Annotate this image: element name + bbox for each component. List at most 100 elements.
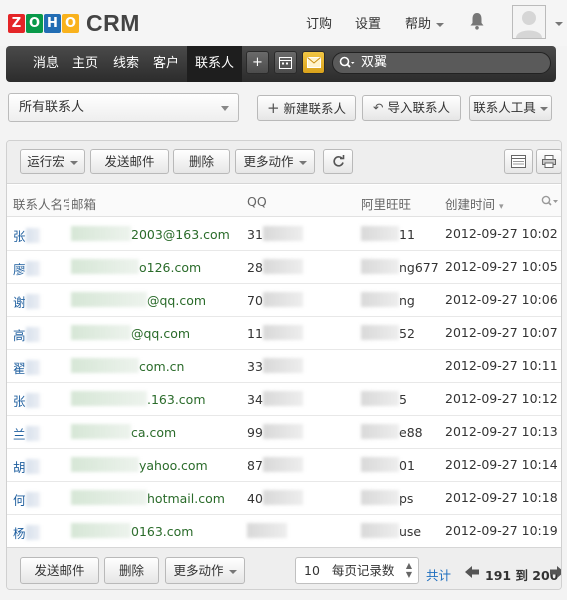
contact-tools-label: 联系人工具 [473,100,536,115]
table-row[interactable]: 何 hotmail.com 40 ps 2012-09-27 10:18 T [7,482,561,515]
settings-link[interactable]: 设置 [355,13,381,32]
footer-delete-button[interactable]: 删除 [104,557,159,584]
list-view-options-button[interactable] [504,149,533,174]
contact-name-link[interactable]: 胡 [13,457,40,476]
table-header: 联系人名字 邮箱 QQ 阿里旺旺 创建时间▾ [7,185,561,217]
contact-email-link[interactable]: ca.com [71,424,176,440]
zoho-crm-logo[interactable]: Z O H O CRM [8,10,140,37]
next-page-icon[interactable] [550,566,562,578]
more-actions-button[interactable]: 更多动作 [235,149,315,174]
table-row[interactable]: 杨 0163.com use 2012-09-27 10:19 T [7,515,562,548]
contact-tools-button[interactable]: 联系人工具 [469,95,552,121]
run-macro-button[interactable]: 运行宏 [20,149,85,174]
contact-email-link[interactable]: @qq.com [71,325,190,341]
created-time-value: 2012-09-27 10:19 T [445,523,562,538]
contact-name-link-text: 何 [13,493,26,508]
tab-contacts[interactable]: 联系人 [187,46,243,82]
user-avatar[interactable] [512,5,546,39]
chevron-down-icon [539,106,548,111]
table-row[interactable]: 张 2003@163.com 31 11 2012-09-27 10:02 T [7,218,561,251]
view-select[interactable]: 所有联系人 [8,93,239,122]
qq-value: 99 [247,424,303,440]
column-search-icon[interactable] [541,195,559,207]
contact-name-link[interactable]: 翟 [13,358,40,377]
contact-name-link[interactable]: 杨 [13,523,40,542]
table-row[interactable]: 张 .163.com 34 5 2012-09-27 10:12 T [7,383,561,416]
tab-messages[interactable]: 消息 [33,46,59,82]
total-count-link[interactable]: 共计 [426,565,451,584]
table-row[interactable]: 谢 @qq.com 70 ng 2012-09-27 10:06 T [7,284,561,317]
column-header-name[interactable]: 联系人名字 [13,194,69,213]
contact-email-link[interactable]: @qq.com [71,292,206,308]
redacted-blur [25,426,40,441]
footer-more-actions-button[interactable]: 更多动作 [165,557,245,584]
created-time-value-text: 2012-09-27 10:19 T [445,523,562,538]
column-header-wangwang[interactable]: 阿里旺旺 [361,194,411,213]
notification-bell-icon[interactable] [469,12,485,30]
wangwang-value-text: use [399,524,422,539]
column-header-email[interactable]: 邮箱 [71,194,96,213]
previous-page-icon[interactable] [465,566,479,578]
chevron-down-icon[interactable] [555,22,563,26]
mail-icon[interactable] [302,51,325,74]
table-row[interactable]: 高 @qq.com 11 52 2012-09-27 10:07 T [7,317,561,350]
table-row[interactable]: 翟 com.cn 33 2012-09-27 10:11 T [7,350,561,383]
logo-letter: Z [8,14,25,33]
column-header-created-time[interactable]: 创建时间 ▾ [445,194,504,213]
search-input[interactable]: 双翼 [332,52,551,74]
qq-value: 87 [247,457,303,473]
contact-email-link[interactable]: yahoo.com [71,457,208,473]
contact-name-link[interactable]: 廖 [13,259,40,278]
contact-name-link[interactable]: 张 [13,226,40,245]
table-row[interactable]: 胡 yahoo.com 87 01 2012-09-27 10:14 T [7,449,562,482]
redacted-blur [262,292,303,307]
contact-name-link[interactable]: 张 [13,391,40,410]
contact-name-link[interactable]: 何 [13,490,40,509]
records-per-page-select[interactable]: 10 每页记录数 ▲ ▼ [295,557,419,584]
new-contact-button[interactable]: + 新建联系人 [257,95,356,121]
print-button[interactable] [536,149,561,174]
calendar-icon[interactable] [274,51,297,74]
contact-email-link[interactable]: .163.com [71,391,206,407]
tab-home[interactable]: 主页 [72,46,98,82]
column-header-qq[interactable]: QQ [247,194,267,209]
qq-value-text: 28 [247,260,263,275]
contact-email-link-text: @qq.com [131,326,191,341]
contact-email-link[interactable]: hotmail.com [71,490,225,506]
redacted-blur [247,523,287,538]
page-range: 191 到 200 [485,568,559,583]
redacted-blur [262,325,303,340]
created-time-value-text: 2012-09-27 10:14 T [445,457,562,472]
contact-name-link[interactable]: 兰 [13,424,40,443]
delete-button[interactable]: 删除 [173,149,230,174]
footer-send-email-button[interactable]: 发送邮件 [20,557,99,584]
quick-create-icon[interactable]: + [246,51,269,74]
tab-leads[interactable]: 线索 [113,46,139,82]
redacted-blur [361,259,399,274]
table-row[interactable]: 兰 ca.com 99 e88 2012-09-27 10:13 T [7,416,561,449]
qq-value: 34 [247,391,303,407]
redacted-blur [25,393,40,408]
send-email-button[interactable]: 发送邮件 [90,149,169,174]
refresh-button[interactable] [323,149,353,174]
contact-email-link[interactable]: com.cn [71,358,184,374]
contact-email-link[interactable]: 2003@163.com [71,226,230,242]
redacted-blur [361,490,399,505]
contact-name-link[interactable]: 谢 [13,292,40,311]
contact-email-link-text: 0163.com [131,524,194,539]
import-contacts-button[interactable]: ↶ 导入联系人 [362,95,461,121]
tab-accounts[interactable]: 客户 [153,46,179,82]
contact-email-link[interactable]: o126.com [71,259,201,275]
redacted-blur [262,391,303,406]
help-menu[interactable]: 帮助 [405,13,445,32]
logo-letter: H [44,14,61,33]
created-time-value: 2012-09-27 10:06 T [445,292,561,307]
redacted-blur [71,259,139,274]
table-row[interactable]: 廖 o126.com 28 ng677 2012-09-27 10:05 T [7,251,561,284]
contact-email-link-text: o126.com [139,260,202,275]
delete-label: 删除 [188,154,214,169]
subscribe-link[interactable]: 订购 [306,13,332,32]
contact-email-link[interactable]: 0163.com [71,523,193,539]
contact-name-link[interactable]: 高 [13,325,40,344]
wangwang-value: ng [361,292,415,308]
